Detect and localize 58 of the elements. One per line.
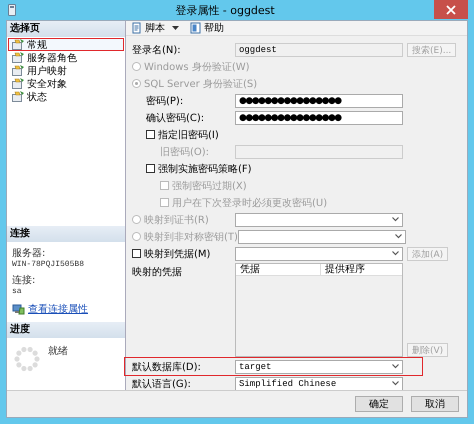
checkbox-label: 强制密码过期(X): [172, 180, 247, 192]
dropdown-field[interactable]: target: [235, 360, 403, 374]
sidebar-item[interactable]: 状态: [8, 90, 124, 103]
page-icon: [12, 78, 24, 89]
script-dropdown[interactable]: [169, 26, 182, 30]
section-header: 进度: [7, 322, 125, 338]
sidebar-item[interactable]: 安全对象: [8, 77, 124, 90]
section-header: 选择页: [7, 21, 125, 37]
column-header[interactable]: 凭据: [236, 264, 321, 275]
field-label: 确认密码(C):: [146, 112, 204, 124]
checkbox[interactable]: [132, 249, 141, 258]
checkbox-label: 强制实施密码策略(F): [158, 162, 252, 176]
chevron-icon: [392, 364, 399, 369]
column-header[interactable]: 提供程序: [321, 264, 365, 275]
server-name: WIN-78PQJI505B8: [12, 260, 86, 269]
page-icon: [12, 39, 24, 50]
sidebar-item[interactable]: 常规: [8, 38, 124, 51]
dropdown-field[interactable]: Simplified Chinese: [235, 376, 403, 390]
connection-properties-icon: [12, 303, 25, 315]
action-button[interactable]: 取消: [411, 396, 459, 412]
sidebar-item[interactable]: 用户映射: [8, 64, 124, 77]
help-button[interactable]: 帮助: [188, 21, 226, 35]
radio-label: Windows 身份验证(W): [144, 60, 250, 74]
connection-login: sa: [12, 287, 23, 296]
chevron-icon: [394, 234, 402, 239]
status-text: 就绪: [48, 344, 68, 358]
dropdown-field[interactable]: [235, 246, 403, 260]
action-button[interactable]: 确定: [355, 396, 403, 412]
close-icon: [446, 4, 456, 14]
field-label: 旧密码(O):: [160, 146, 210, 158]
checkbox-label: 指定旧密码(I): [158, 128, 219, 142]
radio-label: SQL Server 身份验证(S): [144, 78, 258, 90]
progress-spinner-icon: [12, 344, 42, 374]
chevron-icon: [392, 381, 399, 386]
radio-label: 映射到证书(R): [144, 214, 209, 226]
page-icon: [12, 52, 24, 63]
page-icon: [12, 91, 24, 102]
connection-label: 连接:: [12, 274, 36, 287]
connection-properties-link[interactable]: 查看连接属性: [28, 302, 88, 316]
page-icon: [12, 65, 24, 76]
close-button[interactable]: [434, 0, 468, 19]
field-label: 默认数据库(D):: [132, 360, 201, 374]
script-button[interactable]: 脚本: [129, 21, 167, 35]
sidebar-item[interactable]: 服务器角色: [8, 51, 124, 64]
section-header: 连接: [7, 226, 125, 242]
checkbox-label: 映射到凭据(M): [144, 248, 210, 260]
window-title: 登录属性 - oggdest: [174, 2, 276, 18]
chevron-icon: [392, 251, 399, 256]
caret-icon: [172, 26, 179, 30]
radio-label: 映射到非对称密钥(T): [144, 230, 238, 244]
server-label: 服务器:: [12, 247, 46, 260]
field-label: 默认语言(G):: [132, 378, 191, 390]
field-label: 密码(P):: [146, 94, 184, 108]
chevron-icon: [392, 217, 399, 222]
field-label: 映射的凭据: [132, 266, 182, 279]
app-icon: [8, 4, 16, 16]
checkbox-label: 用户在下次登录时必须更改密码(U): [172, 196, 328, 210]
field-label: 登录名(N):: [132, 44, 181, 56]
